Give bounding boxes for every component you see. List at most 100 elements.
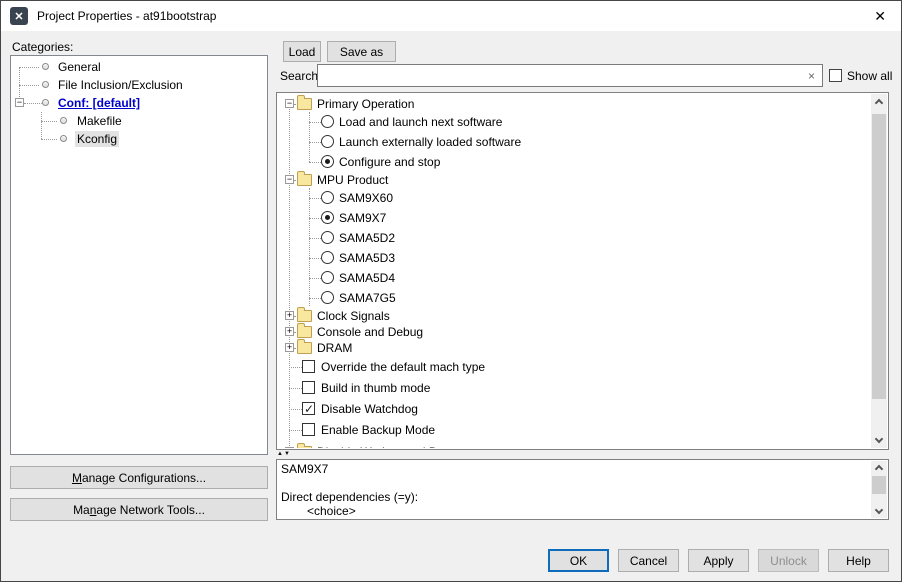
scroll-down-icon[interactable]: [871, 505, 887, 518]
tree-item-label: Disable Watchdog: [321, 402, 418, 416]
category-item-file-inclusion[interactable]: File Inclusion/Exclusion: [11, 76, 267, 94]
tree-row[interactable]: Disable Watchdog: [278, 398, 871, 419]
scroll-up-icon[interactable]: [871, 94, 887, 109]
button-text: age Network Tools...: [96, 503, 205, 517]
splitter-handle[interactable]: ▲▼: [277, 450, 291, 458]
tree-row[interactable]: −MPU Product: [278, 172, 871, 188]
categories-label: Categories:: [12, 40, 73, 54]
category-label: File Inclusion/Exclusion: [56, 77, 185, 93]
folder-icon: [297, 310, 312, 322]
category-item-general[interactable]: General: [11, 58, 267, 76]
expand-icon[interactable]: +: [285, 343, 294, 352]
tree-scrollbar[interactable]: [871, 94, 887, 448]
category-label: Makefile: [75, 113, 124, 129]
tree-item-label: SAMA5D3: [339, 251, 395, 265]
save-as-button[interactable]: Save as: [327, 41, 396, 62]
checkbox[interactable]: [302, 423, 315, 436]
scrollbar-thumb[interactable]: [872, 114, 886, 399]
tree-row[interactable]: + DRAM: [278, 340, 871, 356]
collapse-icon[interactable]: −: [15, 98, 24, 107]
search-field[interactable]: ×: [317, 64, 823, 87]
radio-button[interactable]: [321, 251, 334, 264]
help-button[interactable]: Help: [828, 549, 889, 572]
tree-item-label: Enable Backup Mode: [321, 423, 435, 437]
apply-button[interactable]: Apply: [688, 549, 749, 572]
close-icon[interactable]: ✕: [868, 6, 892, 27]
button-accel: M: [72, 471, 82, 485]
tree-item-label: SAMA5D2: [339, 231, 395, 245]
connector-line: [309, 162, 321, 163]
scroll-up-icon[interactable]: [871, 461, 887, 474]
collapse-icon[interactable]: −: [285, 175, 294, 184]
expand-icon[interactable]: +: [285, 447, 294, 448]
collapse-icon[interactable]: −: [285, 99, 294, 108]
search-input[interactable]: [318, 65, 801, 86]
tree-item-label: Configure and stop: [339, 155, 440, 169]
expand-icon[interactable]: +: [285, 327, 294, 336]
category-label: Kconfig: [75, 131, 119, 147]
tree-row[interactable]: Enable Backup Mode: [278, 419, 871, 440]
folder-icon: [297, 342, 312, 354]
ok-button[interactable]: OK: [548, 549, 609, 572]
radio-button[interactable]: [321, 271, 334, 284]
category-item-conf-default[interactable]: − Conf: [default]: [11, 94, 267, 112]
tree-row[interactable]: Launch externally loaded software: [278, 132, 871, 152]
help-info-line: [281, 476, 868, 490]
radio-button[interactable]: [321, 211, 334, 224]
info-scrollbar[interactable]: [871, 461, 887, 518]
tree-row[interactable]: Override the default mach type: [278, 356, 871, 377]
folder-icon: [297, 174, 312, 186]
category-label: General: [56, 59, 103, 75]
help-info-line: SAM9X7: [281, 462, 868, 476]
tree-row[interactable]: SAMA5D4: [278, 268, 871, 288]
tree-row[interactable]: SAM9X60: [278, 188, 871, 208]
tree-row[interactable]: +Clock Signals: [278, 308, 871, 324]
manage-configurations-button[interactable]: Manage Configurations...: [10, 466, 268, 489]
tree-item-label: Load and launch next software: [339, 115, 502, 129]
tree-row[interactable]: SAM9X7: [278, 208, 871, 228]
connector-line: [289, 409, 302, 410]
tree-row[interactable]: + Console and Debug: [278, 324, 871, 340]
load-button[interactable]: Load: [283, 41, 321, 62]
connector-line: [309, 278, 321, 279]
kconfig-tree-rows: − Primary Operation Load and launch next s…: [278, 94, 871, 448]
radio-button[interactable]: [321, 191, 334, 204]
checkbox[interactable]: [302, 381, 315, 394]
tree-item-label: Console and Debug: [317, 325, 423, 339]
category-item-kconfig[interactable]: Kconfig: [11, 130, 267, 148]
scroll-down-icon[interactable]: [871, 433, 887, 448]
help-info-line: Direct dependencies (=y):: [281, 490, 868, 504]
radio-button[interactable]: [321, 231, 334, 244]
clear-search-icon[interactable]: ×: [801, 69, 822, 83]
tree-row[interactable]: SAMA5D2: [278, 228, 871, 248]
manage-network-tools-button[interactable]: Manage Network Tools...: [10, 498, 268, 521]
button-text: anage Configurations...: [82, 471, 206, 485]
window-title: Project Properties - at91bootstrap: [37, 9, 859, 23]
folder-icon: [297, 98, 312, 110]
tree-item-label: DRAM: [317, 341, 352, 355]
radio-button[interactable]: [321, 291, 334, 304]
tree-row[interactable]: SAMA5D3: [278, 248, 871, 268]
tree-row[interactable]: +Disable Workaround Button: [278, 444, 871, 448]
category-item-makefile[interactable]: Makefile: [11, 112, 267, 130]
show-all-checkbox[interactable]: [829, 69, 842, 82]
scrollbar-thumb[interactable]: [872, 476, 886, 494]
radio-button[interactable]: [321, 115, 334, 128]
connector-line: [19, 85, 39, 86]
tree-item-label: SAMA7G5: [339, 291, 396, 305]
tree-row[interactable]: − Primary Operation: [278, 96, 871, 112]
radio-button[interactable]: [321, 135, 334, 148]
tree-row[interactable]: SAMA7G5: [278, 288, 871, 308]
checkbox[interactable]: [302, 360, 315, 373]
radio-button[interactable]: [321, 155, 334, 168]
checkbox[interactable]: [302, 402, 315, 415]
connector-line: [41, 139, 57, 140]
tree-row[interactable]: Configure and stop: [278, 152, 871, 172]
tree-item-label: Primary Operation: [317, 97, 414, 111]
category-bullet-icon: [42, 81, 49, 88]
tree-row[interactable]: Load and launch next software: [278, 112, 871, 132]
tree-row[interactable]: Build in thumb mode: [278, 377, 871, 398]
expand-icon[interactable]: +: [285, 311, 294, 320]
cancel-button[interactable]: Cancel: [618, 549, 679, 572]
unlock-button: Unlock: [758, 549, 819, 572]
